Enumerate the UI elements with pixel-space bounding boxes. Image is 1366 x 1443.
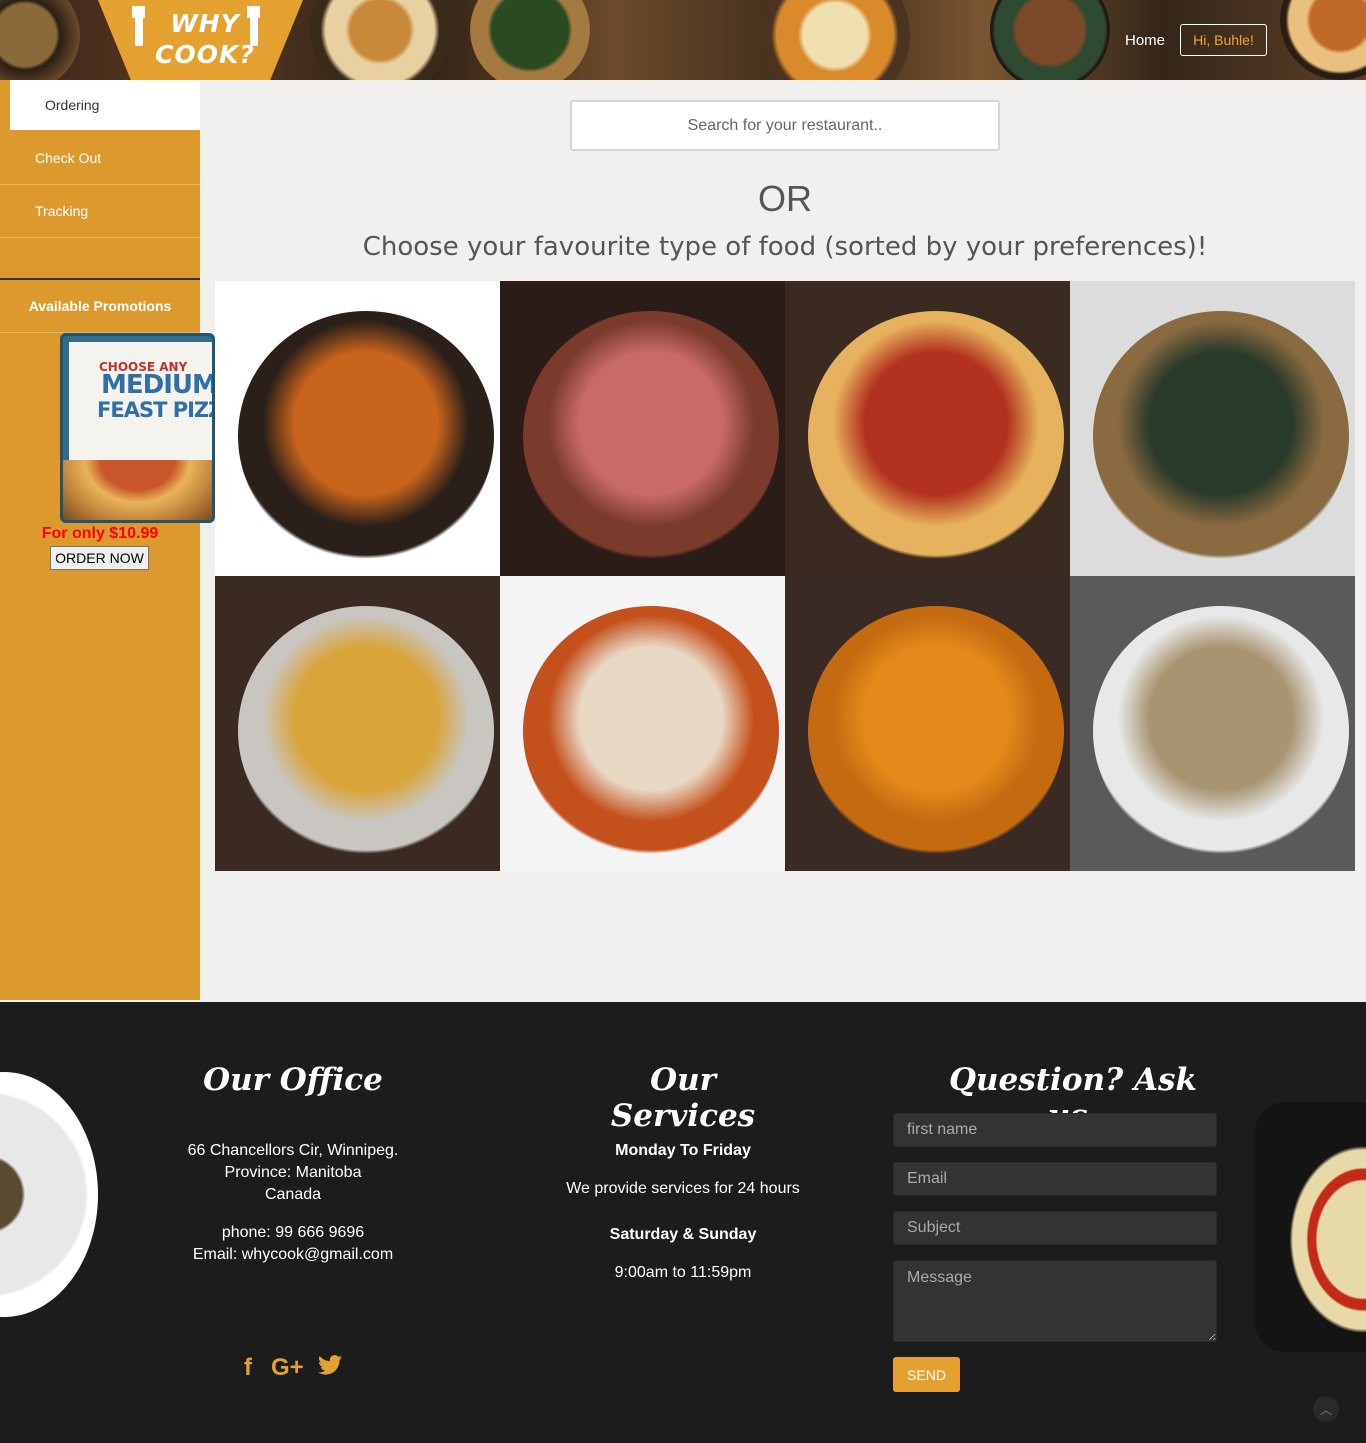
order-now-button[interactable]: ORDER NOW <box>50 546 149 570</box>
office-email: Email: whycook@gmail.com <box>192 1246 394 1263</box>
office-address-line-1: 66 Chancellors Cir, Winnipeg. <box>187 1142 399 1159</box>
food-tile-indian-thali[interactable] <box>215 576 500 871</box>
promotions-heading: Available Promotions <box>0 280 200 333</box>
food-tile-pho[interactable] <box>1070 576 1355 871</box>
or-divider-text: OR <box>758 178 812 219</box>
office-address-line-2: Province: Manitoba <box>224 1164 362 1181</box>
food-tile-curry[interactable] <box>785 576 1070 871</box>
office-heading: Our Office <box>203 1062 383 1098</box>
food-image-pho <box>1092 605 1350 857</box>
header-dish-image <box>990 0 1110 80</box>
footer-plate-image-right <box>1255 1102 1366 1352</box>
twitter-bird-glyph <box>318 1355 342 1375</box>
user-menu-button[interactable]: Hi, Buhle! <box>1180 24 1267 56</box>
food-type-heading: Choose your favourite type of food (sort… <box>362 232 1208 262</box>
site-header: WHY COOK? Home Hi, Buhle! <box>0 0 1366 80</box>
logo-text: WHY COOK? <box>150 8 260 70</box>
sidebar-item-check-out[interactable]: Check Out <box>0 132 200 185</box>
food-tile-lobster[interactable] <box>500 576 785 871</box>
services-heading: Our Services <box>610 1062 756 1134</box>
subject-field[interactable] <box>893 1211 1217 1245</box>
sidebar-item-tracking[interactable]: Tracking <box>0 185 200 238</box>
food-tile-sushi[interactable] <box>1070 281 1355 576</box>
google-plus-icon[interactable]: G+ <box>271 1354 304 1382</box>
food-tile-pepperoni-pizza[interactable] <box>785 281 1070 576</box>
food-image-steak <box>522 310 780 562</box>
food-type-grid <box>215 281 1355 871</box>
header-dish-image <box>0 0 80 80</box>
services-weekend-hours: 9:00am to 11:59pm <box>614 1264 752 1281</box>
header-dish-image <box>470 0 590 80</box>
site-logo[interactable]: WHY COOK? <box>98 0 303 80</box>
header-dish-image <box>310 0 450 80</box>
restaurant-search-input[interactable] <box>570 100 1000 151</box>
food-tile-steak[interactable] <box>500 281 785 576</box>
logo-line-2: COOK? <box>155 40 255 69</box>
food-image-sushi <box>1092 310 1350 562</box>
promo-text-medium: MEDIUM <box>101 370 215 400</box>
sidebar: Ordering Check Out Tracking Available Pr… <box>0 80 215 1000</box>
services-weekday-label: Monday To Friday <box>615 1142 751 1159</box>
food-image-lobster <box>522 605 780 857</box>
header-dish-image <box>1280 0 1366 80</box>
header-dish-image <box>760 0 910 80</box>
office-phone: phone: 99 666 9696 <box>221 1224 365 1241</box>
footer-plate-image-left <box>0 1072 98 1317</box>
send-button[interactable]: SEND <box>893 1357 960 1392</box>
services-weekday-hours: We provide services for 24 hours <box>566 1180 800 1197</box>
facebook-icon[interactable]: f <box>244 1354 252 1382</box>
services-weekend-label: Saturday & Sunday <box>609 1226 757 1243</box>
food-image-pepperoni-pizza <box>807 310 1065 562</box>
message-field[interactable] <box>893 1260 1217 1342</box>
food-image-curry <box>807 605 1065 857</box>
email-field[interactable] <box>893 1162 1217 1196</box>
promo-price: For only $10.99 <box>41 525 159 542</box>
back-to-top-button[interactable]: ︿ <box>1313 1396 1339 1422</box>
nav-home-link[interactable]: Home <box>1125 32 1165 49</box>
office-address-line-3: Canada <box>264 1186 322 1203</box>
fork-icon <box>132 6 146 46</box>
sidebar-item-ordering[interactable]: Ordering <box>10 80 200 130</box>
promo-image[interactable]: CHOOSE ANY MEDIUM FEAST PIZZA <box>60 333 215 523</box>
food-image-indian-thali <box>237 605 495 857</box>
promo-text-feast: FEAST PIZZA <box>97 398 212 422</box>
food-tile-chinese-chicken[interactable] <box>215 281 500 576</box>
food-image-chinese-chicken <box>237 310 495 562</box>
first-name-field[interactable] <box>893 1113 1217 1147</box>
logo-line-1: WHY <box>170 9 240 38</box>
promo-pizza-image <box>63 460 212 520</box>
twitter-icon[interactable] <box>318 1354 342 1382</box>
